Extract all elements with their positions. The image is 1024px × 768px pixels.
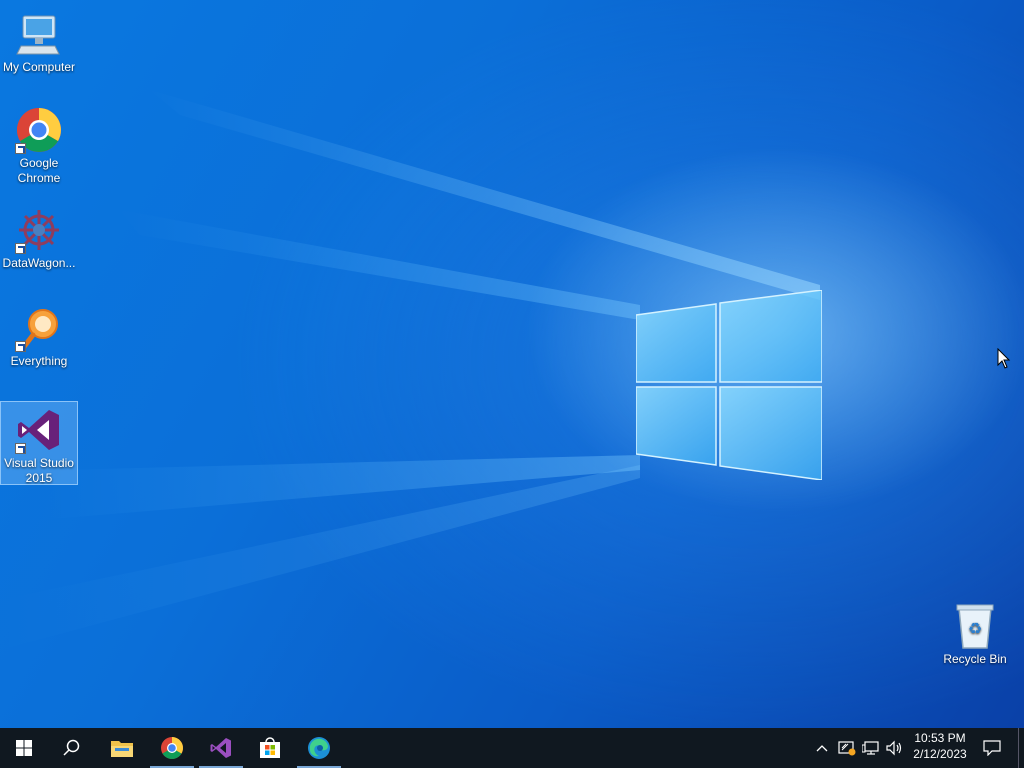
chevron-up-icon bbox=[816, 745, 828, 752]
taskbar-store[interactable] bbox=[246, 728, 294, 768]
svg-text:♻: ♻ bbox=[968, 619, 982, 638]
chrome-icon bbox=[161, 737, 183, 759]
security-tray-button[interactable] bbox=[836, 728, 858, 768]
windows-start-icon bbox=[16, 740, 32, 756]
wallpaper-windows-logo bbox=[636, 290, 822, 480]
folder-icon bbox=[111, 741, 133, 757]
desktop-icon-everything[interactable]: Everything bbox=[1, 300, 77, 372]
desktop-icon-recycle-bin[interactable]: ♻ Recycle Bin bbox=[937, 598, 1013, 670]
shortcut-arrow-icon bbox=[15, 143, 26, 154]
search-button[interactable] bbox=[48, 728, 96, 768]
desktop-icon-datawagon[interactable]: DataWagon... bbox=[1, 202, 77, 274]
taskbar-file-explorer[interactable] bbox=[98, 728, 146, 768]
network-icon bbox=[862, 741, 879, 755]
security-icon bbox=[838, 741, 856, 756]
desktop-icon-label: Recycle Bin bbox=[943, 652, 1007, 666]
desktop-icon-my-computer[interactable]: My Computer bbox=[1, 6, 77, 78]
clock-date: 2/12/2023 bbox=[913, 747, 967, 761]
visual-studio-icon bbox=[210, 738, 231, 758]
desktop-icon-google-chrome[interactable]: Google Chrome bbox=[1, 102, 77, 192]
shortcut-arrow-icon bbox=[15, 341, 26, 352]
shortcut-arrow-icon bbox=[15, 443, 26, 454]
desktop-icon-label: Google Chrome bbox=[17, 156, 61, 185]
desktop-icon-label: My Computer bbox=[2, 60, 76, 74]
taskbar-chrome[interactable] bbox=[148, 728, 196, 768]
notification-icon bbox=[983, 740, 1001, 756]
edge-icon bbox=[308, 737, 330, 759]
taskbar-clock[interactable]: 10:53 PM 2/12/2023 bbox=[906, 730, 974, 762]
desktop-icon-label: Everything bbox=[10, 354, 68, 368]
clock-time: 10:53 PM bbox=[914, 731, 966, 745]
taskbar-visual-studio[interactable] bbox=[197, 728, 245, 768]
recycle-bin-icon: ♻ bbox=[951, 602, 999, 650]
notification-center-button[interactable] bbox=[978, 728, 1006, 768]
mouse-cursor-icon bbox=[997, 348, 1011, 369]
taskbar: 10:53 PM 2/12/2023 bbox=[0, 728, 1024, 768]
wallpaper-light-beams bbox=[0, 90, 820, 650]
show-desktop-button[interactable] bbox=[1018, 728, 1024, 768]
store-icon bbox=[260, 737, 280, 758]
taskbar-edge[interactable] bbox=[295, 728, 343, 768]
visual-studio-icon bbox=[15, 406, 63, 454]
network-tray-button[interactable] bbox=[860, 728, 882, 768]
search-icon bbox=[63, 739, 80, 756]
computer-icon bbox=[15, 10, 63, 58]
volume-icon bbox=[886, 740, 902, 756]
show-hidden-icons-button[interactable] bbox=[812, 728, 832, 768]
desktop-icon-visual-studio-2015[interactable]: Visual Studio 2015 bbox=[0, 401, 78, 485]
start-button[interactable] bbox=[0, 728, 48, 768]
everything-search-icon bbox=[15, 304, 63, 352]
shortcut-arrow-icon bbox=[15, 243, 26, 254]
chrome-icon bbox=[15, 106, 63, 154]
desktop-icon-label: DataWagon... bbox=[2, 256, 76, 270]
desktop-icon-label: Visual Studio 2015 bbox=[4, 456, 74, 485]
datawagon-icon bbox=[15, 206, 63, 254]
volume-tray-button[interactable] bbox=[884, 728, 906, 768]
